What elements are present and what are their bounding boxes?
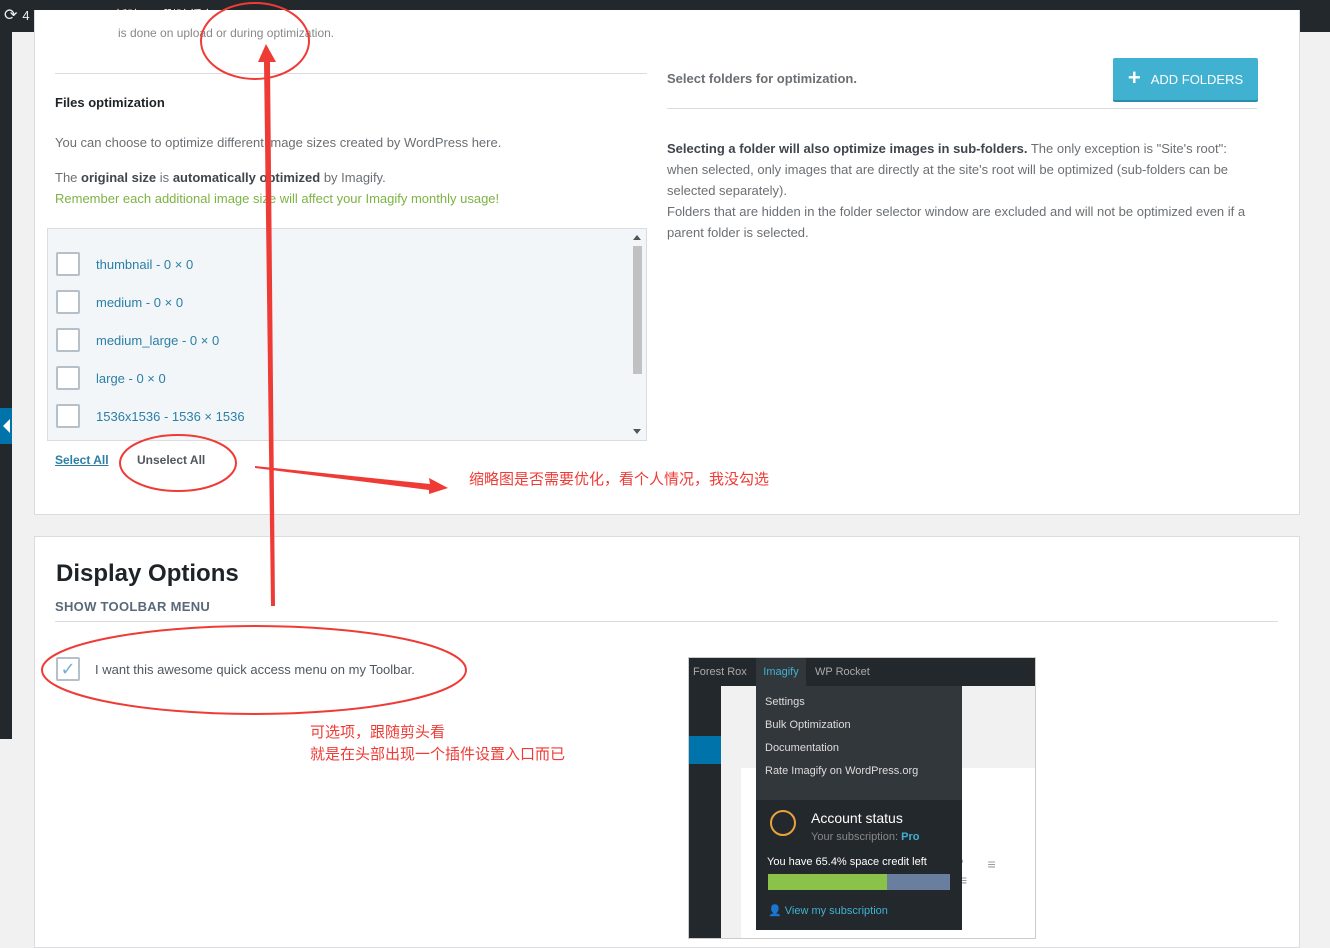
list-item[interactable]: 1536x1536 - 1536 × 1536 — [56, 404, 245, 428]
size-checkbox[interactable] — [56, 404, 80, 428]
list-item[interactable]: medium_large - 0 × 0 — [56, 328, 219, 352]
toolbar-annotation: 可选项，跟随剪头看 就是在头部出现一个插件设置入口而已 — [310, 724, 566, 763]
updates-count: 4 — [22, 8, 30, 23]
size-checkbox[interactable] — [56, 328, 80, 352]
folders-heading: Select folders for optimization. — [667, 71, 857, 86]
plus-icon: + — [1127, 65, 1141, 90]
size-label: medium_large - 0 × 0 — [96, 332, 220, 348]
original-size-note: The original size is automatically optim… — [55, 170, 386, 185]
folders-description: Selecting a folder will also optimize im… — [667, 141, 1246, 240]
size-checkbox[interactable] — [56, 366, 80, 390]
scroll-thumb[interactable] — [633, 246, 642, 374]
files-optimization-heading: Files optimization — [55, 95, 165, 110]
toolbar-checkbox[interactable]: ✓ — [56, 657, 80, 681]
list-item[interactable]: medium - 0 × 0 — [56, 290, 183, 314]
add-folders-button[interactable]: + ADD FOLDERS — [1113, 58, 1258, 100]
list-scrollbar[interactable] — [632, 229, 645, 440]
checkmark-icon: ✓ — [60, 659, 76, 679]
toolbar-menu-subheading: SHOW TOOLBAR MENU — [55, 599, 211, 614]
scroll-down-icon[interactable] — [633, 429, 641, 434]
list-item[interactable]: large - 0 × 0 — [56, 366, 166, 390]
sun-icon — [770, 810, 796, 836]
display-options-heading: Display Options — [56, 560, 239, 587]
preview-menu: Settings Bulk Optimization Documentation… — [756, 686, 962, 930]
size-checkbox[interactable] — [56, 252, 80, 276]
files-intro: You can choose to optimize different ima… — [55, 135, 502, 150]
size-label: large - 0 × 0 — [96, 370, 166, 386]
refresh-icon: ⟳ — [4, 7, 18, 24]
cut-off-text: is done on upload or during optimization… — [118, 26, 335, 40]
size-checkbox[interactable] — [56, 290, 80, 314]
collapse-arrow-icon[interactable] — [0, 408, 12, 444]
unselect-all-link[interactable]: Unselect All — [137, 453, 205, 467]
size-label: thumbnail - 0 × 0 — [96, 256, 194, 272]
scroll-up-icon[interactable] — [633, 235, 641, 240]
image-sizes-list[interactable]: thumbnail - 0 × 0 medium - 0 × 0 medium_… — [47, 228, 647, 441]
usage-warning: Remember each additional image size will… — [55, 191, 500, 206]
select-all-link[interactable]: Select All — [55, 453, 109, 467]
admin-sidebar — [0, 32, 12, 739]
size-label: medium - 0 × 0 — [96, 294, 184, 310]
list-item[interactable]: thumbnail - 0 × 0 — [56, 252, 193, 276]
display-options-panel — [34, 536, 1300, 948]
toolbar-preview-image: Forest Rox Imagify WP Rocket “ ≡ ≡ Setti… — [688, 657, 1036, 939]
credit-progress-bar — [768, 874, 950, 890]
toolbar-checkbox-label[interactable]: I want this awesome quick access menu on… — [95, 662, 415, 677]
size-label: 1536x1536 - 1536 × 1536 — [96, 408, 245, 424]
user-icon: 👤 — [768, 905, 782, 917]
thumbnail-annotation: 缩略图是否需要优化，看个人情况，我没勾选 — [469, 471, 770, 488]
updates-item[interactable]: ⟳ 4 — [4, 0, 30, 32]
